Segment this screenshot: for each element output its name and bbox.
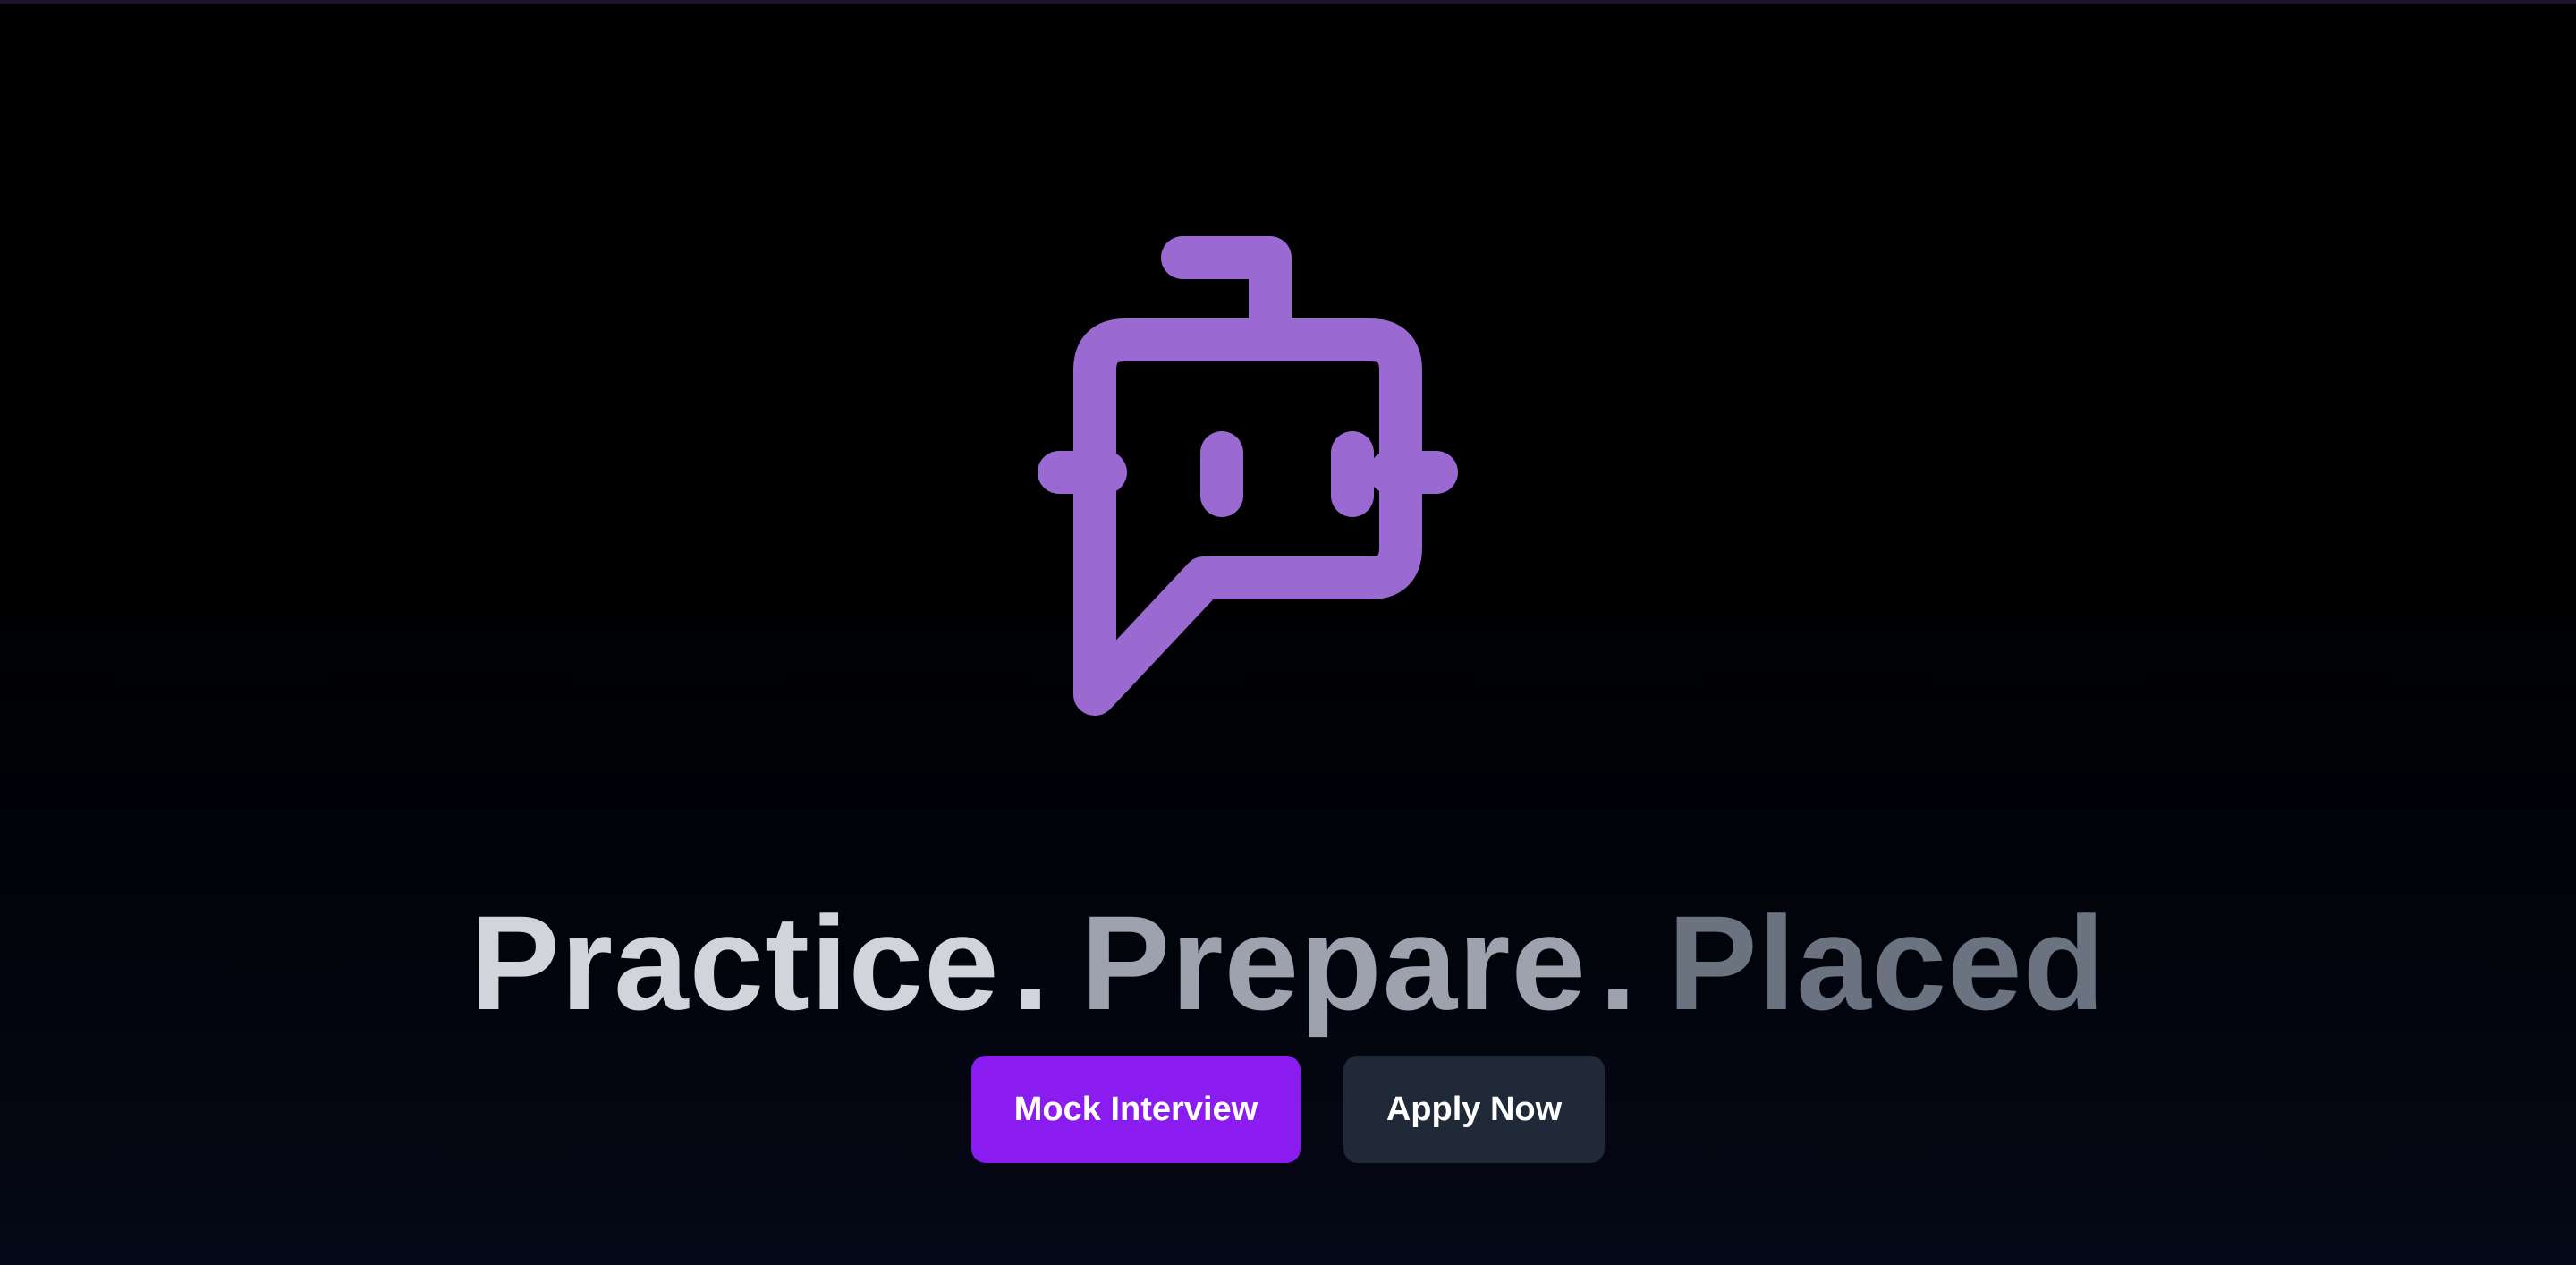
hero-headline: Practice. Prepare. Placed: [0, 887, 2576, 1039]
mock-interview-button[interactable]: Mock Interview: [971, 1056, 1301, 1163]
robot-chat-bubble-icon: [1038, 231, 1538, 732]
headline-word-prepare: Prepare: [1080, 887, 1587, 1038]
headline-word-practice: Practice: [470, 887, 1000, 1038]
hero-actions: Mock Interview Apply Now: [0, 1056, 2576, 1163]
headline-separator: .: [1598, 887, 1638, 1038]
hero-section: Practice. Prepare. Placed Mock Interview A…: [0, 0, 2576, 1265]
apply-now-button[interactable]: Apply Now: [1343, 1056, 1605, 1163]
headline-word-placed: Placed: [1667, 887, 2106, 1038]
headline-separator: .: [1012, 887, 1051, 1038]
